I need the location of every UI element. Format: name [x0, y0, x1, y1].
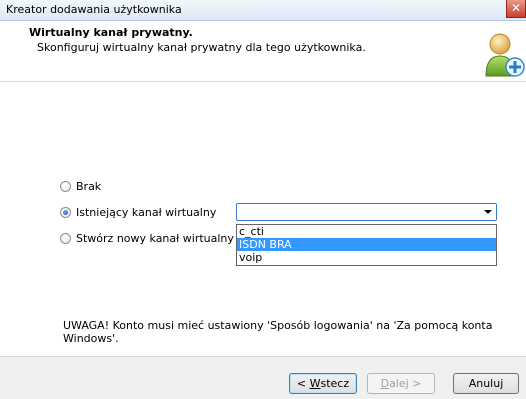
- next-button-rest: alej >: [389, 377, 422, 390]
- dropdown-option-highlighted[interactable]: ISDN BRA: [237, 238, 496, 251]
- wizard-footer: [0, 357, 526, 399]
- radio-none-label: Brak: [76, 179, 102, 193]
- channel-dropdown-list: c_cti ISDN BRA voip: [236, 224, 497, 266]
- next-button-key: D: [380, 377, 390, 390]
- wizard-header: Wirtualny kanał prywatny. Skonfiguruj wi…: [0, 21, 526, 82]
- cancel-button[interactable]: Anuluj: [453, 373, 519, 394]
- warning-text: UWAGA! Konto musi mieć ustawiony 'Sposób…: [63, 319, 493, 345]
- title-bar: Kreator dodawania użytkownika ✕: [0, 0, 526, 21]
- radio-new-channel[interactable]: Stwórz nowy kanał wirtualny: [60, 230, 234, 246]
- cancel-button-label: Anuluj: [468, 377, 504, 390]
- radio-existing-channel[interactable]: Istniejący kanał wirtualny: [60, 204, 216, 220]
- dropdown-option[interactable]: c_cti: [237, 225, 496, 238]
- window-title: Kreator dodawania użytkownika: [6, 3, 182, 16]
- close-icon: ✕: [510, 1, 522, 15]
- radio-existing-channel-button[interactable]: [60, 206, 71, 218]
- header-subtitle: Skonfiguruj wirtualny kanał prywatny dla…: [37, 41, 366, 54]
- back-button-rest: stecz: [320, 377, 350, 390]
- radio-none[interactable]: Brak: [60, 178, 101, 194]
- radio-new-channel-button[interactable]: [60, 232, 71, 244]
- chevron-down-icon[interactable]: [484, 210, 492, 214]
- channel-select[interactable]: [236, 203, 497, 221]
- back-button-prefix: <: [296, 377, 310, 390]
- close-button[interactable]: ✕: [506, 0, 526, 18]
- next-button[interactable]: Dalej >: [367, 373, 435, 394]
- radio-none-button[interactable]: [60, 180, 71, 192]
- back-button[interactable]: < Wstecz: [289, 373, 357, 394]
- radio-existing-channel-label: Istniejący kanał wirtualny: [76, 205, 217, 219]
- header-title: Wirtualny kanał prywatny.: [29, 26, 193, 39]
- dropdown-option[interactable]: voip: [237, 251, 496, 264]
- user-add-icon: [485, 33, 525, 77]
- back-button-key: W: [309, 377, 321, 390]
- radio-new-channel-label: Stwórz nowy kanał wirtualny: [76, 231, 234, 245]
